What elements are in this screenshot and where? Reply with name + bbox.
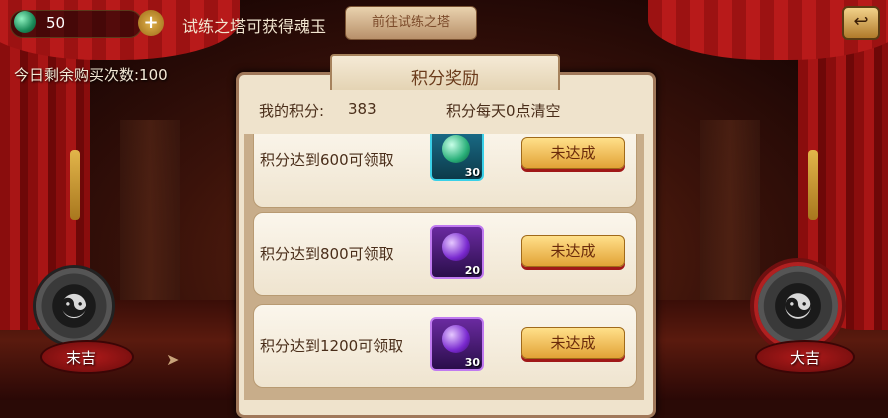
reward-condition: 积分达到800可领取 [260,245,394,263]
claim-status-button[interactable]: 未达成 [521,235,625,267]
pillar [120,120,180,320]
reward-row: 积分达到800可领取 20 未达成 [253,212,637,296]
purple-orb-icon[interactable]: 30 [430,317,484,371]
teal-orb-icon[interactable]: 30 [430,134,484,181]
reset-note: 积分每天0点清空 [446,102,561,120]
tassel [808,150,818,220]
reward-list[interactable]: 积分达到600可领取 30 未达成 积分达到800可领取 20 未达成 积分达到… [244,134,644,400]
goto-trial-tower-button[interactable]: 前往试练之塔 [345,6,477,40]
item-quantity: 30 [464,356,480,369]
back-button[interactable]: ↩ [842,6,880,40]
orb [442,233,470,261]
jade-gem-icon [14,11,36,33]
gem-count: 50 [46,14,66,32]
orb [442,135,470,163]
right-fortune-label: 大吉 [790,349,821,367]
item-quantity: 20 [464,264,480,277]
reward-condition: 积分达到600可领取 [260,151,394,169]
item-quantity: 30 [464,166,480,179]
right-fortune-emblem[interactable]: ☯ [758,266,838,346]
reward-row: 积分达到600可领取 30 未达成 [253,134,637,208]
orb [442,325,470,353]
purple-orb-icon[interactable]: 20 [430,225,484,279]
tassel [70,150,80,220]
my-score-label: 我的积分: [259,102,325,120]
remaining-purchases: 今日剩余购买次数:100 [14,66,168,84]
reward-row: 积分达到1200可领取 30 未达成 [253,304,637,388]
my-score-value: 383 [348,100,377,118]
panel-title: 积分奖励 [411,69,479,89]
yin-yang-icon: ☯ [781,285,815,326]
yin-yang-icon: ☯ [57,285,91,326]
add-gems-button[interactable]: + [138,10,164,36]
left-fortune-emblem[interactable]: ☯ [36,268,112,344]
trial-tower-hint: 试练之塔可获得魂玉 [182,17,327,36]
claim-status-button[interactable]: 未达成 [521,327,625,359]
panel-title-tab: 积分奖励 [330,54,560,94]
left-fortune-label: 末吉 [66,349,97,367]
claim-status-button[interactable]: 未达成 [521,137,625,169]
reward-condition: 积分达到1200可领取 [260,337,404,355]
pillar [700,120,760,320]
arrow-right-icon: ➤ [166,350,180,369]
